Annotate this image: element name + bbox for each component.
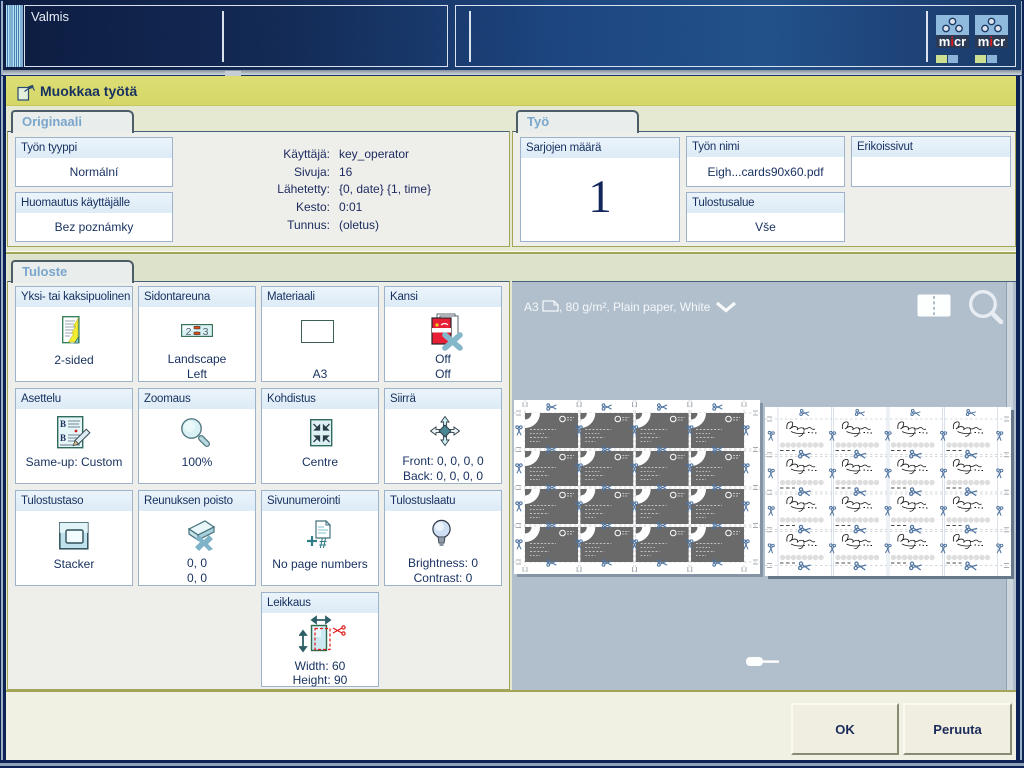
- svg-text:2: 2: [186, 326, 192, 337]
- svg-text:B: B: [60, 433, 66, 443]
- svg-text:micr: micr: [978, 34, 1005, 48]
- svg-text:#: #: [319, 535, 327, 549]
- svg-text:B: B: [60, 419, 66, 429]
- svg-text:micr: micr: [939, 34, 966, 48]
- svg-text:3: 3: [203, 326, 209, 337]
